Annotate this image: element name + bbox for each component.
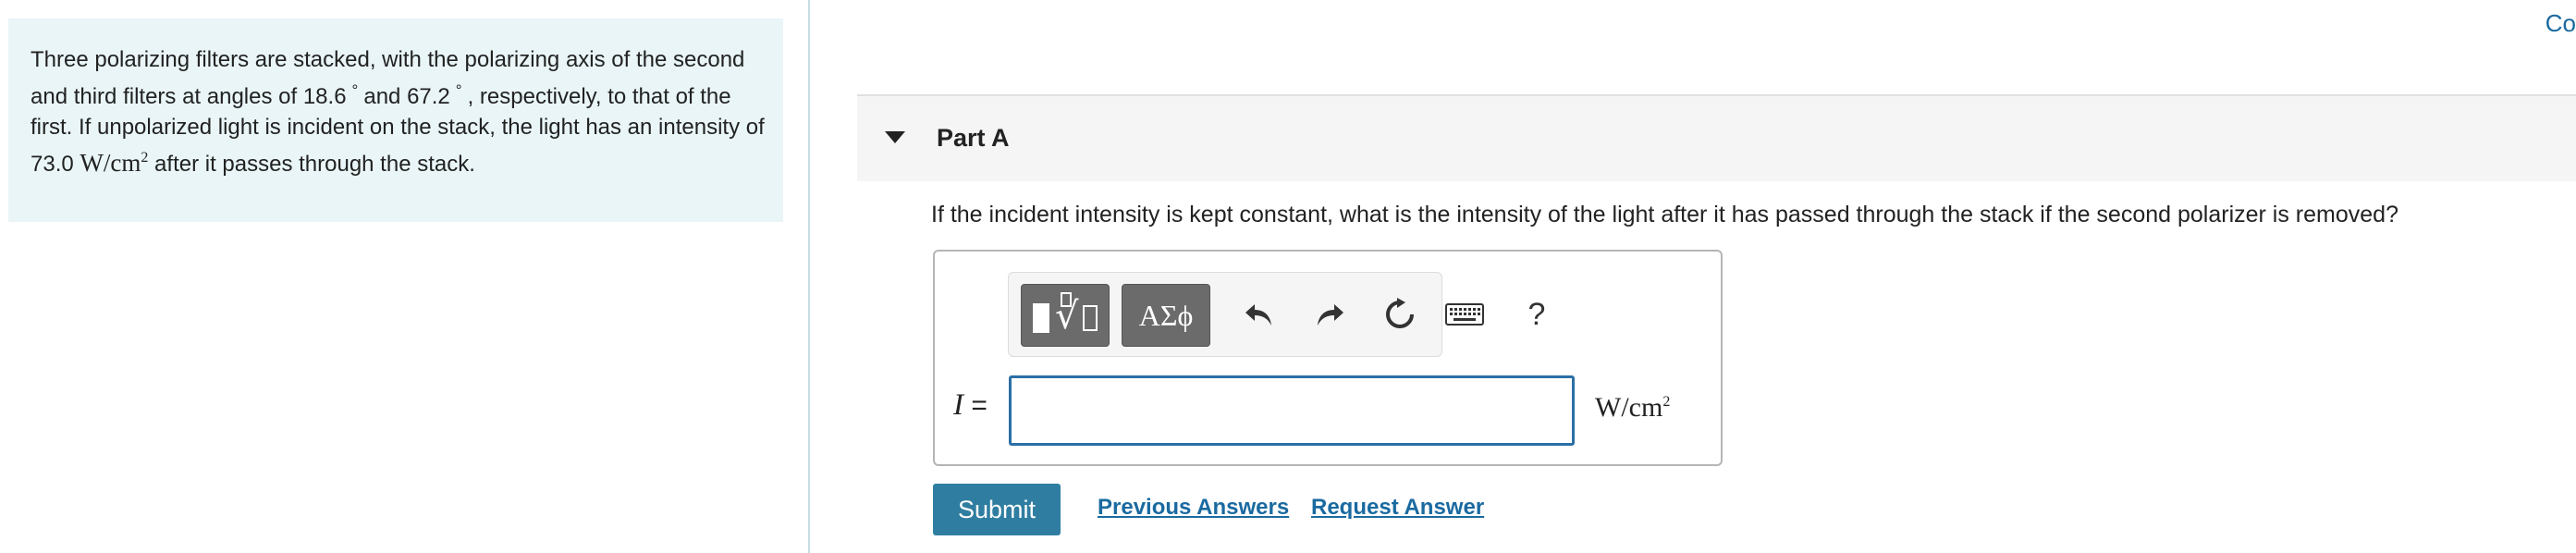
part-title: Part A [937,124,1010,152]
degree-symbol: ° [351,81,359,99]
answer-unit-exp: 2 [1662,394,1671,410]
request-answer-link[interactable]: Request Answer [1311,495,1484,521]
top-right-link[interactable]: Co [2545,9,2576,38]
problem-statement: Three polarizing filters are stacked, wi… [31,44,770,179]
submit-button[interactable]: Submit [933,484,1061,535]
equals-sign: = [971,390,987,421]
column-divider [808,0,810,553]
problem-panel: Three polarizing filters are stacked, wi… [8,18,783,222]
templates-icon [1033,303,1049,333]
reset-icon[interactable] [1379,293,1421,336]
answer-variable-label: I = [953,388,987,423]
degree-symbol: ° [455,81,462,99]
keyboard-icon[interactable] [1443,293,1486,336]
problem-text-4: after it passes through the stack. [154,152,475,177]
page: Three polarizing filters are stacked, wi… [0,0,2576,553]
templates-button[interactable]: √ [1021,284,1110,347]
radical-icon: √ [1055,295,1079,338]
answer-box: √ ΑΣϕ ? I = W/cm2 [933,250,1723,466]
templates-icon-box2 [1083,305,1098,331]
caret-down-icon[interactable] [885,131,905,143]
problem-text-2: and 67.2 [363,84,450,109]
answer-unit-base: W/cm [1595,392,1663,423]
part-header[interactable]: Part A [857,94,2576,181]
question-text: If the incident intensity is kept consta… [931,202,2398,227]
redo-icon[interactable] [1308,293,1351,336]
intensity-unit: W/cm2 [80,149,148,177]
intensity-unit-exp: 2 [141,150,149,166]
undo-icon[interactable] [1238,293,1281,336]
previous-answers-link[interactable]: Previous Answers [1098,495,1289,521]
symbols-button[interactable]: ΑΣϕ [1122,284,1210,347]
answer-variable: I [953,388,963,422]
help-icon[interactable]: ? [1515,293,1558,336]
answer-input[interactable] [1009,375,1575,446]
answer-unit: W/cm2 [1595,392,1670,424]
math-toolbar: √ ΑΣϕ ? [1008,272,1545,357]
intensity-unit-base: W/cm [80,149,141,177]
